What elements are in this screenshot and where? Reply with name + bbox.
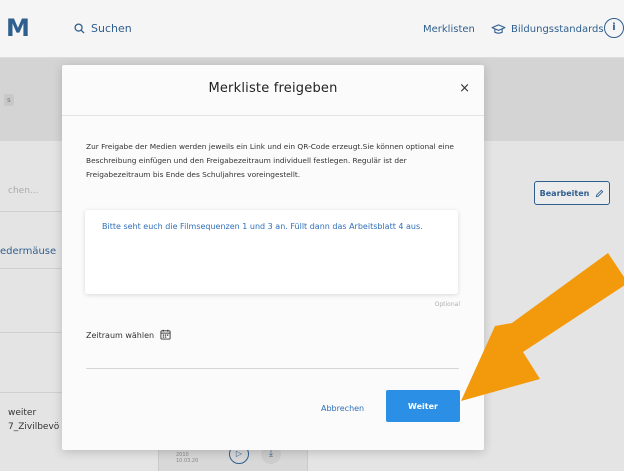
next-button-label: Weiter	[408, 401, 438, 411]
background-list-item-bottom: weiter 7_Zivilbevö	[8, 406, 59, 434]
background-search-field: chen...	[8, 186, 39, 196]
next-button[interactable]: Weiter	[386, 390, 460, 422]
dialog-title: Merkliste freigeben	[208, 81, 338, 96]
bottom-item-line1: weiter	[8, 408, 37, 418]
close-icon[interactable]: ×	[459, 82, 470, 96]
bottom-item-line2: 7_Zivilbevö	[8, 422, 60, 432]
background-list-item: edermäuse	[0, 246, 57, 257]
nav-merklisten[interactable]: Merklisten	[423, 24, 475, 35]
calendar-icon[interactable]	[160, 329, 171, 340]
pencil-icon	[596, 189, 604, 197]
graduation-cap-icon	[491, 24, 506, 34]
media-date-line2: 10.03.20	[176, 458, 199, 464]
background-chip: s	[4, 94, 14, 106]
optional-label: Optional	[434, 301, 460, 308]
top-navigation-bar: M Suchen Merklisten Bildungsstandards i	[0, 0, 624, 58]
search-label: Suchen	[91, 22, 132, 35]
info-icon[interactable]: i	[604, 18, 624, 38]
app-logo[interactable]: M	[6, 15, 30, 41]
cancel-button[interactable]: Abbrechen	[321, 404, 364, 413]
bearbeiten-button: Bearbeiten	[534, 181, 610, 205]
bildungsstandards-label: Bildungsstandards	[511, 24, 604, 35]
dialog-header: Merkliste freigeben ×	[62, 65, 484, 116]
zeitraum-label: Zeitraum wählen	[86, 331, 155, 340]
description-text: Bitte seht euch die Filmsequenzen 1 und …	[102, 222, 423, 231]
list-divider	[0, 211, 66, 212]
dialog-description: Zur Freigabe der Medien werden jeweils e…	[86, 142, 454, 179]
search-icon	[74, 23, 85, 34]
list-divider	[0, 392, 66, 393]
background-media-date: 2010 10.03.20	[176, 452, 198, 464]
list-divider	[0, 268, 66, 269]
list-divider	[0, 332, 66, 333]
search-button[interactable]: Suchen	[74, 22, 132, 35]
bearbeiten-label: Bearbeiten	[539, 188, 590, 198]
share-list-dialog: Merkliste freigeben × Zur Freigabe der M…	[62, 65, 484, 450]
description-textarea[interactable]: Bitte seht euch die Filmsequenzen 1 und …	[85, 210, 458, 294]
zeitraum-selector[interactable]: Zeitraum wählen	[86, 329, 459, 369]
nav-bildungsstandards[interactable]: Bildungsstandards	[491, 24, 604, 35]
